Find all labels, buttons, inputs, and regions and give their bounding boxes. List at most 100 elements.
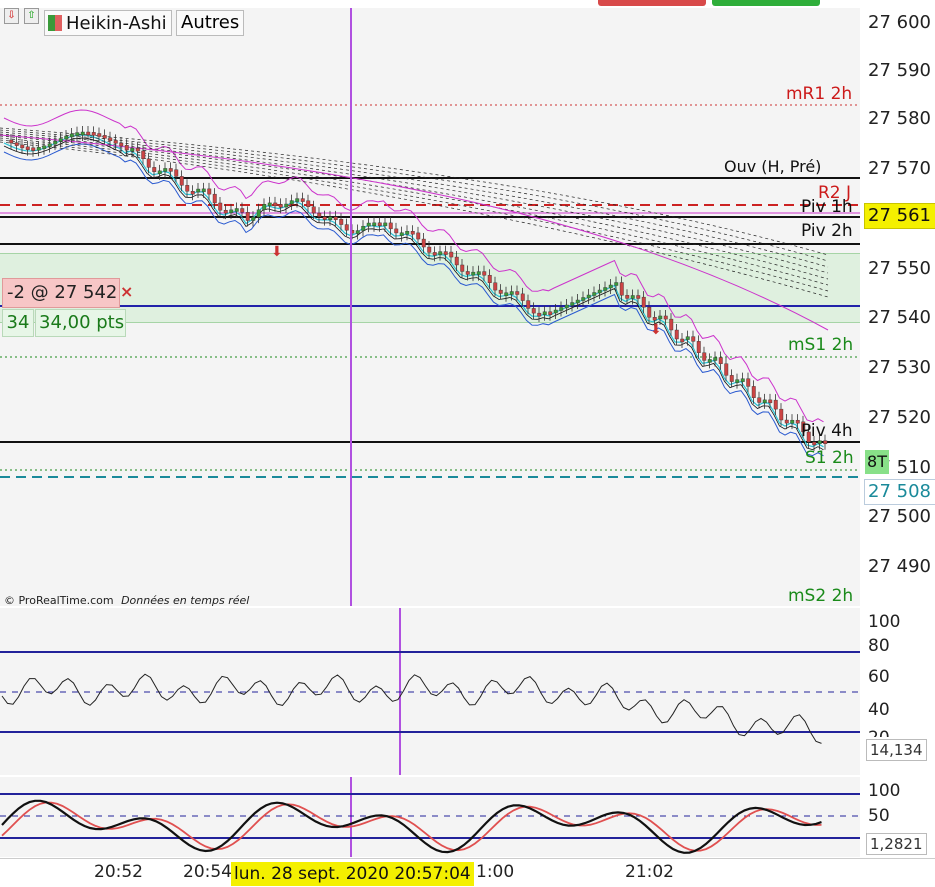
candle-body	[53, 140, 58, 145]
candle-body	[504, 292, 509, 296]
close-icon[interactable]: ×	[120, 282, 133, 301]
candle-body	[630, 295, 635, 299]
candle-body	[372, 222, 377, 227]
candle-body	[790, 419, 795, 424]
level-piv2h: Piv 2h	[801, 221, 853, 241]
candle-body	[586, 294, 591, 299]
candle-body	[190, 190, 195, 195]
candle-body	[509, 291, 514, 295]
envelope-line	[0, 141, 829, 298]
candle-body	[559, 307, 564, 311]
chart-type-selector[interactable]: Heikin-Ashi	[44, 10, 172, 36]
candle-body	[267, 202, 272, 207]
candle-body	[289, 200, 294, 205]
candle-body	[124, 145, 129, 151]
level-s12h: S1 2h	[805, 448, 854, 468]
others-label: Autres	[181, 12, 240, 33]
time-label: 20:52	[94, 862, 143, 882]
candle-body	[460, 264, 465, 272]
candle-body	[575, 299, 580, 304]
candle-body	[740, 378, 745, 382]
price-tick: 27 490	[868, 556, 931, 577]
price-tick: 27 520	[868, 407, 931, 428]
candle-body	[526, 300, 531, 309]
position-qty-box: 34	[2, 309, 34, 337]
candle-body	[262, 204, 267, 211]
order-price-badge: 27 508	[864, 479, 935, 505]
candle-body	[581, 297, 586, 301]
candle-body	[795, 419, 800, 424]
candle-body	[113, 140, 118, 144]
candle-body	[355, 230, 360, 234]
candle-body	[42, 145, 47, 149]
stoch-tick: 100	[868, 781, 901, 801]
candle-body	[97, 133, 102, 137]
candle-body	[718, 357, 723, 364]
candle-body	[641, 296, 646, 308]
candle-body	[20, 144, 25, 149]
position-box[interactable]: -2 @ 27 542 × 34 34,00 pts	[2, 278, 134, 337]
candle-body	[306, 200, 311, 207]
candle-body	[328, 216, 333, 221]
candle-body	[146, 158, 151, 168]
candle-body	[564, 304, 569, 309]
green-up-arrow-icon[interactable]: ⇧	[24, 8, 39, 24]
candle-body	[333, 216, 338, 221]
candle-body	[625, 295, 630, 299]
red-down-arrow-icon[interactable]: ⇩	[4, 8, 19, 24]
level-piv4h: Piv 4h	[801, 421, 853, 441]
candle-body	[515, 291, 520, 295]
position-label: -2 @ 27 542	[7, 282, 118, 303]
candle-body	[669, 318, 674, 331]
candle-body	[449, 251, 454, 258]
candle-body	[812, 441, 817, 446]
candle-body	[168, 168, 173, 172]
others-button[interactable]: Autres	[176, 10, 245, 36]
candle-body	[31, 147, 36, 151]
candle-body	[652, 317, 657, 321]
candle-body	[273, 202, 278, 207]
candle-body	[482, 271, 487, 276]
candle-body	[476, 271, 481, 275]
candle-body	[597, 289, 602, 294]
candle-body	[454, 256, 459, 266]
candle-body	[295, 198, 300, 202]
chart-canvas[interactable]: ⬇⬇	[0, 0, 935, 886]
price-tick: 27 570	[868, 158, 931, 179]
candle-body	[405, 231, 410, 235]
current-price-label: 27 561	[868, 205, 931, 226]
candle-body	[278, 204, 283, 208]
candle-body	[608, 284, 613, 289]
candle-body	[14, 142, 19, 146]
candle-body	[377, 222, 382, 227]
candle-body	[762, 399, 767, 404]
sell-arrow-icon: ⬇	[650, 322, 662, 338]
candle-body	[680, 338, 685, 343]
heikin-ashi-swatch-red	[55, 15, 62, 31]
time-label: 20:54	[183, 862, 232, 882]
candle-body	[80, 131, 85, 136]
tick-badge-8t: 8T	[865, 450, 889, 474]
candle-body	[570, 302, 575, 306]
order-price-label: 27 508	[868, 481, 931, 502]
time-label: 1:00	[476, 862, 515, 882]
candle-body	[427, 246, 432, 253]
candle-body	[300, 198, 305, 202]
rsi-tick: 60	[868, 667, 890, 687]
candle-body	[707, 359, 712, 363]
candle-body	[91, 132, 96, 136]
candle-body	[465, 271, 470, 275]
position-pts: 34,00 pts	[39, 312, 125, 333]
credits-source: © ProRealTime.com	[4, 594, 114, 607]
level-piv1h: Piv 1h	[801, 197, 853, 217]
level-ms2: mS2 2h	[788, 586, 854, 606]
candle-body	[724, 363, 729, 376]
rsi-tick: 100	[868, 612, 901, 632]
rsi-value: 14,134	[866, 739, 927, 761]
position-label-box[interactable]: -2 @ 27 542	[2, 278, 120, 308]
price-tick: 27 540	[868, 307, 931, 328]
candle-body	[663, 315, 668, 320]
candle-body	[251, 216, 256, 221]
candle-body	[108, 137, 113, 141]
candle-body	[548, 311, 553, 315]
